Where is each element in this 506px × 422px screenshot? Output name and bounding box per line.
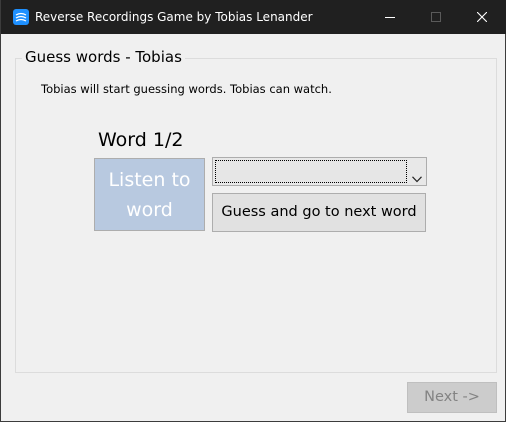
- listen-button-label-line1: Listen to: [108, 169, 191, 191]
- word-select[interactable]: [212, 157, 427, 186]
- next-button[interactable]: Next ->: [407, 382, 497, 413]
- title-bar[interactable]: Reverse Recordings Game by Tobias Lenand…: [1, 0, 506, 34]
- app-window: Reverse Recordings Game by Tobias Lenand…: [0, 0, 506, 422]
- word-counter: Word 1/2: [98, 129, 184, 151]
- maximize-icon: [431, 12, 441, 22]
- window-title: Reverse Recordings Game by Tobias Lenand…: [35, 10, 313, 24]
- chevron-down-icon: [412, 168, 422, 187]
- minimize-button[interactable]: [367, 0, 413, 34]
- close-button[interactable]: [459, 0, 505, 34]
- app-icon: [13, 9, 29, 25]
- info-text: Tobias will start guessing words. Tobias…: [41, 82, 332, 96]
- close-icon: [477, 12, 487, 22]
- minimize-icon: [385, 17, 395, 18]
- word-select-value: [215, 160, 407, 183]
- guess-and-next-button[interactable]: Guess and go to next word: [212, 193, 426, 232]
- listen-to-word-button[interactable]: Listen to word: [94, 158, 205, 231]
- listen-button-label-line2: word: [126, 199, 173, 221]
- group-title: Guess words - Tobias: [22, 47, 185, 67]
- maximize-button[interactable]: [413, 0, 459, 34]
